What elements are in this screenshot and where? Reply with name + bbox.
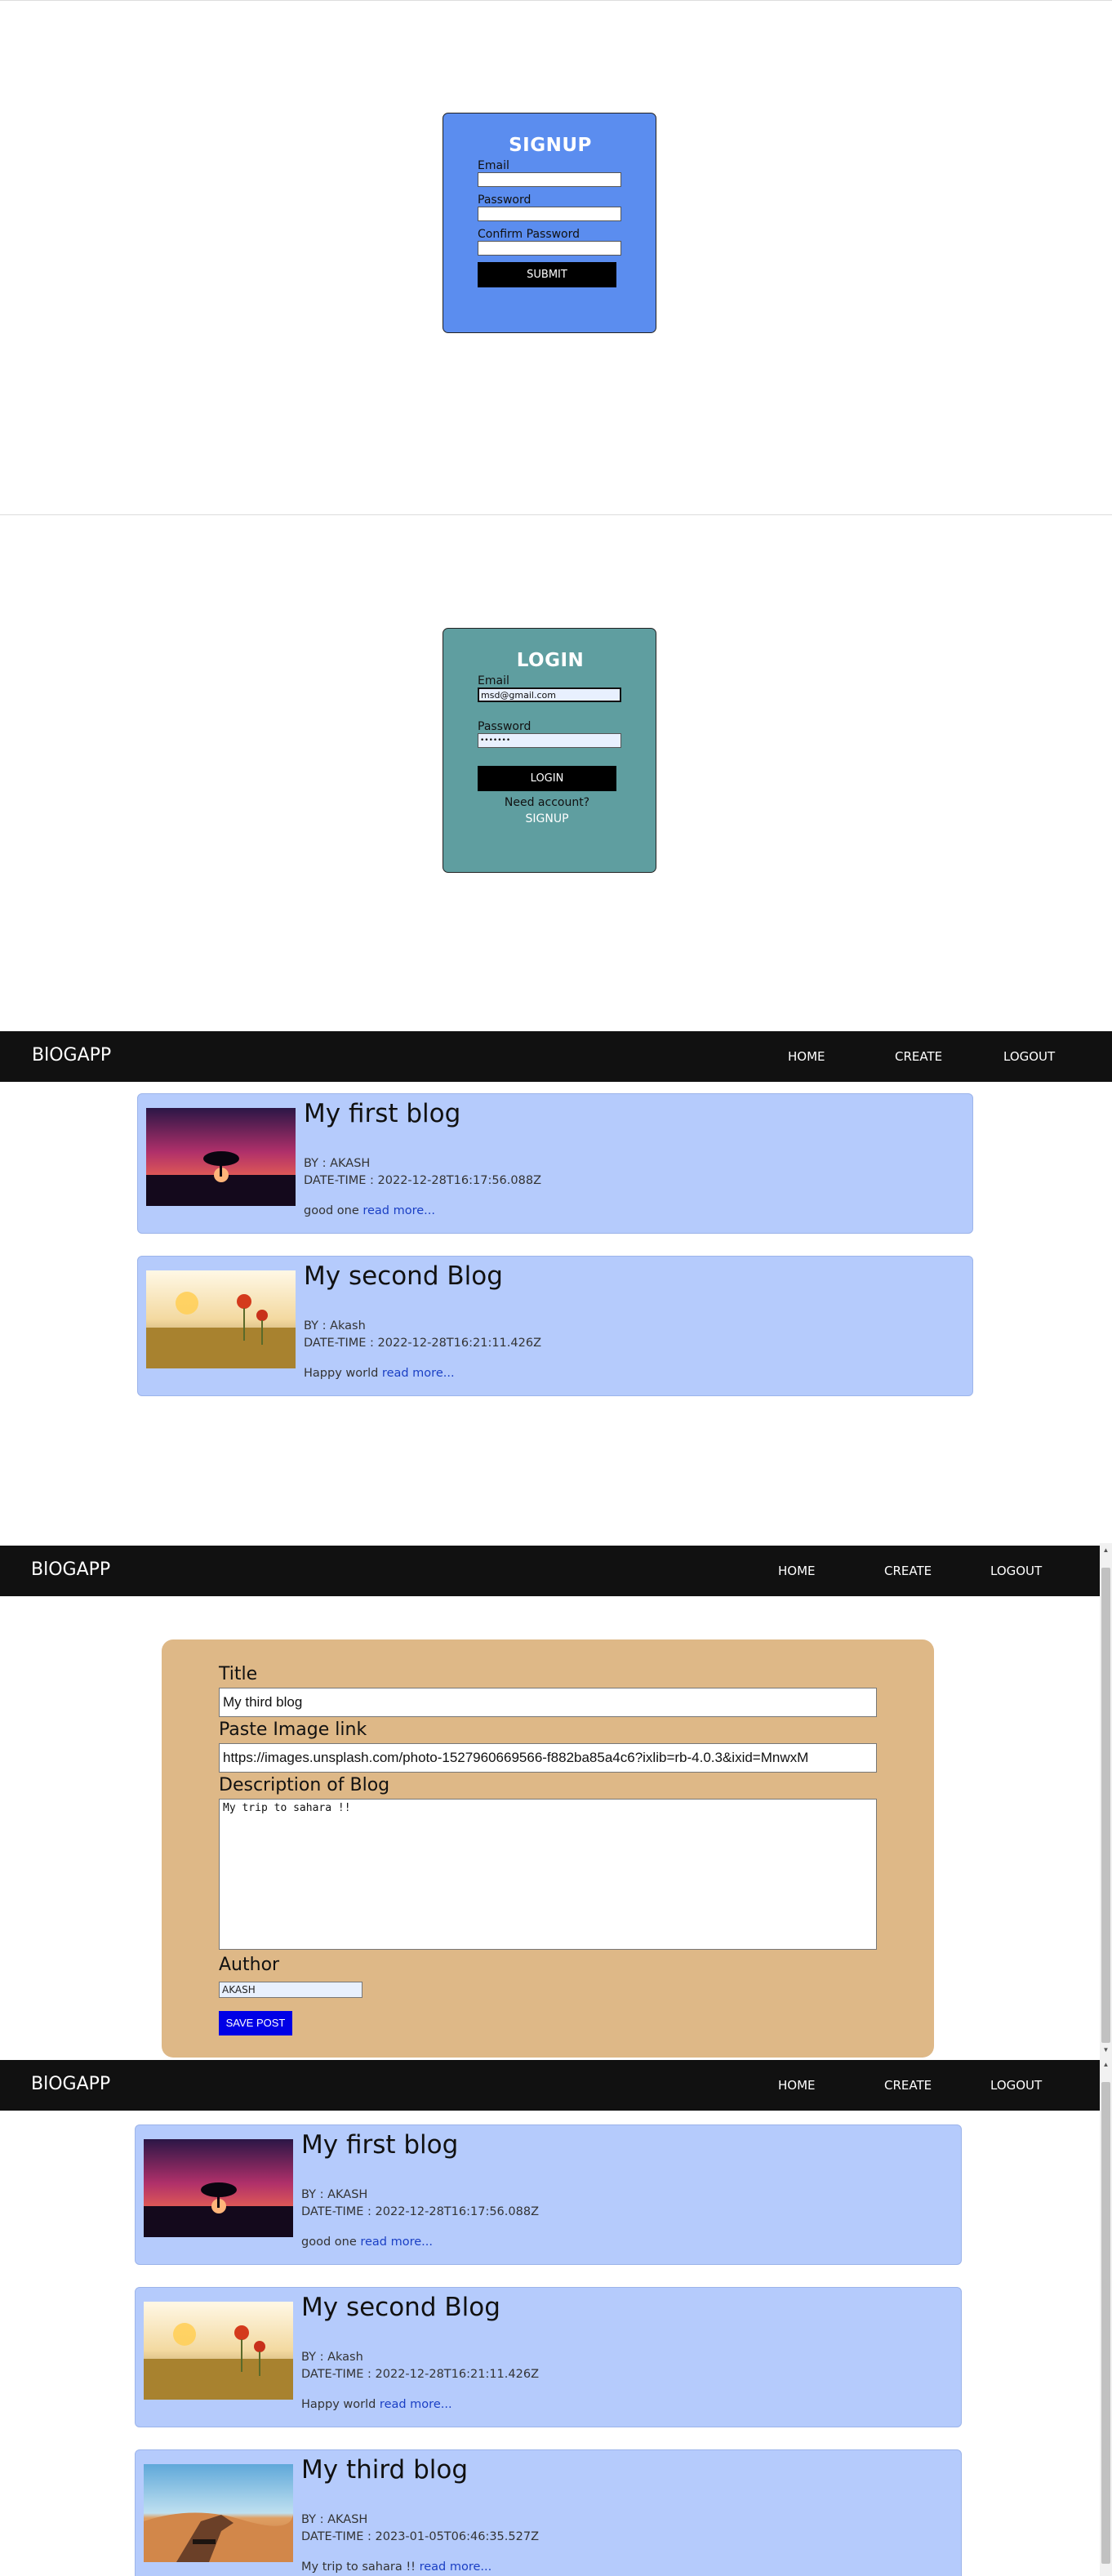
blog-excerpt: good one read more... <box>301 2236 433 2249</box>
read-more-link[interactable]: read more... <box>420 2560 492 2574</box>
blog-image <box>144 2139 293 2237</box>
login-card: LOGIN Email msd@gmail.com Password •••••… <box>443 628 656 873</box>
login-title: LOGIN <box>516 650 585 671</box>
blog-excerpt: good one read more... <box>304 1204 435 1217</box>
blog-datetime: DATE-TIME : 2022-12-28T16:21:11.426Z <box>301 2368 539 2381</box>
blog-title: My first blog <box>304 1099 461 1128</box>
blog-image <box>144 2464 293 2562</box>
blog-card: My third blog BY : AKASH DATE-TIME : 202… <box>135 2449 962 2576</box>
blog-author: BY : AKASH <box>301 2513 368 2526</box>
blog-datetime: DATE-TIME : 2022-12-28T16:17:56.088Z <box>304 1174 541 1187</box>
brand-logo[interactable]: BlOGAPP <box>31 2074 110 2094</box>
email-label: Email <box>478 674 509 687</box>
blog-card: My second Blog BY : Akash DATE-TIME : 20… <box>135 2287 962 2427</box>
blog-title: My first blog <box>301 2130 459 2160</box>
author-label: Author <box>219 1955 280 1975</box>
password-label: Password <box>478 194 532 207</box>
blog-card: My second Blog BY : Akash DATE-TIME : 20… <box>137 1256 973 1396</box>
scroll-thumb[interactable] <box>1101 2082 1110 2564</box>
nav-create[interactable]: CREATE <box>884 2078 932 2093</box>
home-screen: BlOGAPP HOME CREATE LOGOUT My first blog… <box>0 1029 1112 1543</box>
need-account-text: Need account? <box>504 796 590 809</box>
email-field[interactable]: msd@gmail.com <box>478 687 621 702</box>
login-screen: LOGIN Email msd@gmail.com Password •••••… <box>0 514 1112 1029</box>
nav-home[interactable]: HOME <box>778 2078 816 2093</box>
signup-link[interactable]: SIGNUP <box>478 812 616 825</box>
blog-card: My first blog BY : AKASH DATE-TIME : 202… <box>135 2124 962 2265</box>
email-label: Email <box>478 159 509 172</box>
blog-author: BY : Akash <box>304 1319 366 1332</box>
login-button[interactable]: LOGIN <box>478 766 616 791</box>
nav-create[interactable]: CREATE <box>884 1564 932 1578</box>
navbar: BlOGAPP HOME CREATE LOGOUT <box>0 1031 1112 1082</box>
blog-image <box>146 1270 296 1368</box>
navbar: BlOGAPP HOME CREATE LOGOUT <box>0 2060 1100 2111</box>
blog-excerpt-text: Happy world <box>304 1367 379 1380</box>
description-label: Description of Blog <box>219 1775 390 1795</box>
blog-excerpt: My trip to sahara !! read more... <box>301 2560 492 2574</box>
blog-author: BY : AKASH <box>304 1157 371 1170</box>
scroll-up-arrow[interactable]: ▲ <box>1100 2059 1112 2071</box>
blog-author: BY : AKASH <box>301 2188 368 2201</box>
scroll-down-arrow[interactable]: ▼ <box>1100 2044 1112 2056</box>
blog-title: My second Blog <box>301 2293 500 2322</box>
nav-logout[interactable]: LOGOUT <box>990 1564 1042 1578</box>
brand-logo[interactable]: BlOGAPP <box>31 1559 110 1580</box>
brand-logo[interactable]: BlOGAPP <box>32 1045 111 1066</box>
nav-home[interactable]: HOME <box>788 1049 825 1064</box>
nav-logout[interactable]: LOGOUT <box>990 2078 1042 2093</box>
blog-card: My first blog BY : AKASH DATE-TIME : 202… <box>137 1093 973 1234</box>
read-more-link[interactable]: read more... <box>360 2236 433 2249</box>
blog-author: BY : Akash <box>301 2351 363 2364</box>
password-field[interactable] <box>478 207 621 221</box>
description-textarea[interactable]: My trip to sahara !! <box>219 1799 877 1950</box>
blog-datetime: DATE-TIME : 2022-12-28T16:17:56.088Z <box>301 2205 539 2218</box>
blog-excerpt-text: good one <box>301 2236 357 2249</box>
blog-datetime: DATE-TIME : 2022-12-28T16:21:11.426Z <box>304 1337 541 1350</box>
blog-excerpt: Happy world read more... <box>304 1367 455 1380</box>
blog-title: My third blog <box>301 2455 469 2485</box>
blog-excerpt-text: good one <box>304 1204 359 1217</box>
read-more-link[interactable]: read more... <box>363 1204 435 1217</box>
title-label: Title <box>219 1664 258 1684</box>
password-label: Password <box>478 720 532 733</box>
read-more-link[interactable]: read more... <box>380 2398 452 2411</box>
title-input[interactable]: My third blog <box>219 1688 877 1717</box>
nav-create[interactable]: CREATE <box>895 1049 942 1064</box>
confirm-password-field[interactable] <box>478 241 621 256</box>
password-field[interactable]: ••••••• <box>478 733 621 748</box>
blog-title: My second Blog <box>304 1261 503 1291</box>
nav-home[interactable]: HOME <box>778 1564 816 1578</box>
create-screen: BlOGAPP HOME CREATE LOGOUT Title My thir… <box>0 1543 1112 2058</box>
home-screen-updated: BlOGAPP HOME CREATE LOGOUT My first blog… <box>0 2058 1112 2576</box>
scroll-thumb[interactable] <box>1101 1568 1110 2043</box>
scrollbar[interactable]: ▲ <box>1100 2058 1112 2576</box>
blog-datetime: DATE-TIME : 2023-01-05T06:46:35.527Z <box>301 2530 539 2543</box>
email-field[interactable] <box>478 172 621 187</box>
blog-image <box>144 2302 293 2400</box>
submit-button[interactable]: SUBMIT <box>478 262 616 287</box>
confirm-password-label: Confirm Password <box>478 228 580 241</box>
blog-image <box>146 1108 296 1206</box>
save-post-button[interactable]: SAVE POST <box>219 2011 292 2035</box>
author-input[interactable]: AKASH <box>219 1982 363 1998</box>
image-link-label: Paste Image link <box>219 1720 367 1740</box>
scroll-up-arrow[interactable]: ▲ <box>1100 1545 1112 1556</box>
scrollbar[interactable]: ▲ ▼ <box>1100 1543 1112 2058</box>
nav-logout[interactable]: LOGOUT <box>1003 1049 1055 1064</box>
blog-excerpt-text: Happy world <box>301 2398 376 2411</box>
navbar: BlOGAPP HOME CREATE LOGOUT <box>0 1546 1100 1596</box>
read-more-link[interactable]: read more... <box>382 1367 455 1380</box>
image-link-input[interactable]: https://images.unsplash.com/photo-152796… <box>219 1743 877 1773</box>
blog-excerpt: Happy world read more... <box>301 2398 452 2411</box>
signup-card: SIGNUP Email Password Confirm Password S… <box>443 113 656 333</box>
signup-screen: SIGNUP Email Password Confirm Password S… <box>0 0 1112 514</box>
signup-title: SIGNUP <box>509 135 592 156</box>
blog-excerpt-text: My trip to sahara !! <box>301 2560 416 2574</box>
